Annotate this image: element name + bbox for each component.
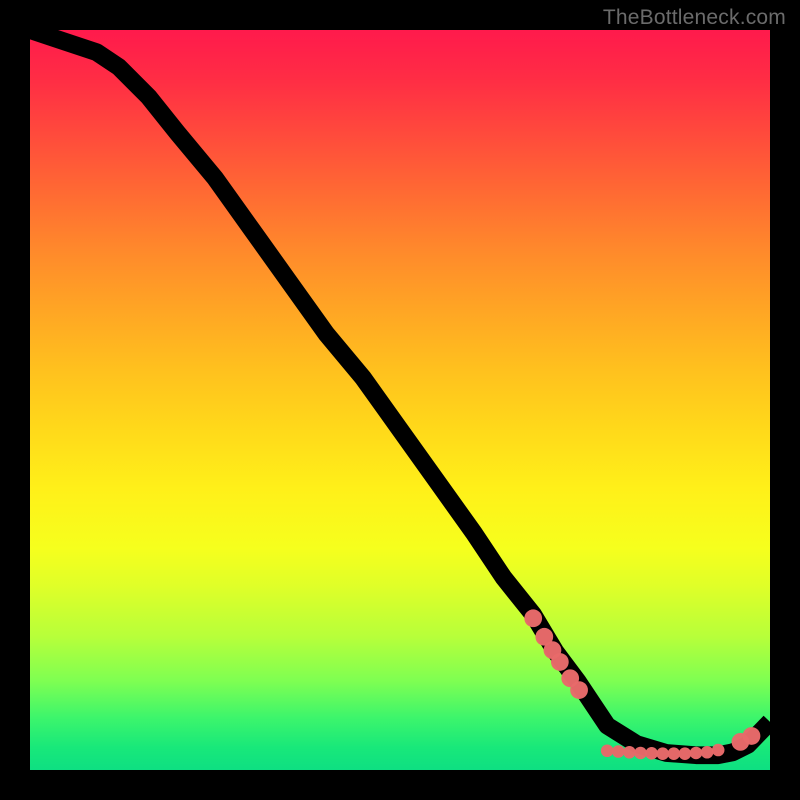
- data-marker: [701, 746, 714, 759]
- bottleneck-curve: [30, 30, 770, 755]
- data-marker: [601, 744, 614, 757]
- data-marker: [690, 747, 703, 760]
- data-marker: [668, 747, 681, 760]
- data-marker: [623, 746, 636, 759]
- data-marker: [679, 747, 692, 760]
- attribution-label: TheBottleneck.com: [603, 6, 786, 30]
- data-marker: [743, 727, 761, 745]
- plot-area: [30, 30, 770, 770]
- data-marker: [524, 609, 542, 627]
- data-marker: [712, 744, 725, 757]
- data-marker: [551, 653, 569, 671]
- chart-stage: TheBottleneck.com: [0, 0, 800, 800]
- data-marker: [612, 745, 625, 758]
- plot-svg: [30, 30, 770, 770]
- data-marker: [634, 747, 647, 760]
- data-marker: [570, 681, 588, 699]
- data-marker: [656, 747, 669, 760]
- data-marker: [645, 747, 658, 760]
